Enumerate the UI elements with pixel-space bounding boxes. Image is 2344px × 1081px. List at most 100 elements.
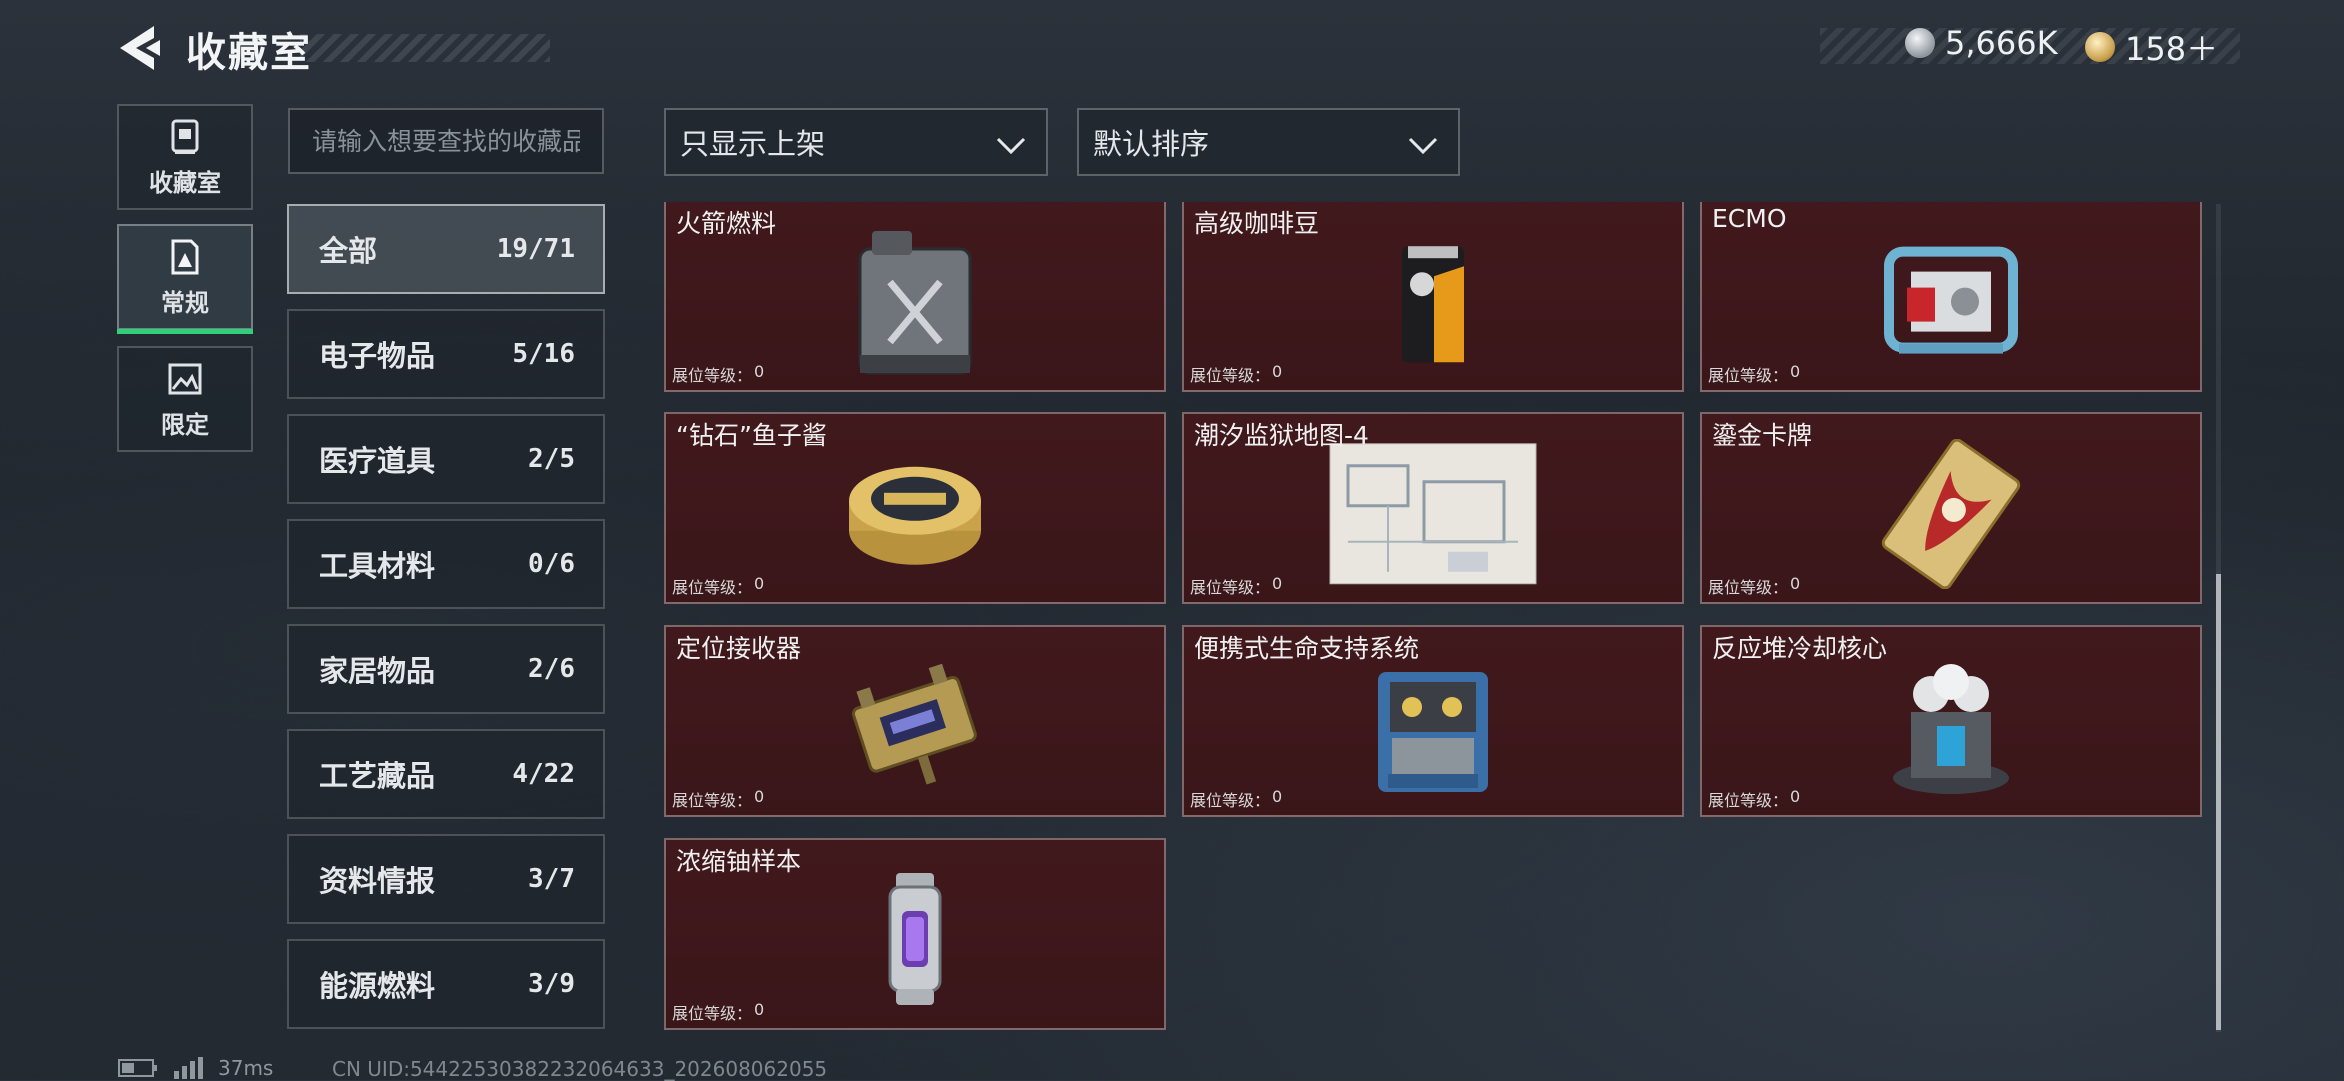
category-count: 4/22 [512,759,575,789]
tab-limited-label: 限定 [161,410,209,439]
life-support-icon [1378,672,1488,792]
ecmo-machine-icon [1884,246,2018,354]
category-household[interactable]: 家居物品 2/6 [287,624,605,714]
booth-level-value: 0 [754,574,765,593]
booth-level-label: 展位等级： [672,578,753,597]
booth-level-value: 0 [1790,362,1801,381]
collection-card[interactable]: 便携式生命支持系统 展位等级： 0 [1182,625,1684,817]
booth-level-label: 展位等级： [672,366,753,385]
collection-card[interactable]: 高级咖啡豆 展位等级： 0 [1182,202,1684,392]
category-electronics[interactable]: 电子物品 5/16 [287,309,605,399]
page-title: 收藏室 [186,30,312,76]
category-count: 19/71 [496,234,575,264]
display-filter-dropdown[interactable]: 只显示上架 [664,108,1048,176]
tab-regular[interactable]: 常规 [117,224,253,334]
category-crafts[interactable]: 工艺藏品 4/22 [287,729,605,819]
collection-card[interactable]: “钻石”鱼子酱 展位等级： 0 [664,412,1166,604]
category-name: 医疗道具 [319,444,436,478]
booth-level: 展位等级： 0 [1190,362,1282,386]
back-arrow-icon [120,26,160,70]
user-uid: CN UID:5442253038223206463‌3_20260806205… [332,1057,828,1081]
category-intel[interactable]: 资料情报 3/7 [287,834,605,924]
booth-level-value: 0 [754,362,765,381]
currency-gold-value: 158＋ [2125,30,2219,68]
category-tools[interactable]: 工具材料 0/6 [287,519,605,609]
category-fuel[interactable]: 能源燃料 3/9 [287,939,605,1029]
title-decoration [300,34,550,62]
item-name: ECMO [1712,204,1787,233]
collection-card[interactable]: 反应堆冷却核心 展位等级： 0 [1700,625,2202,817]
currency-silver: 5,666K [1905,24,2058,62]
tab-limited[interactable]: 限定 [117,346,253,452]
item-name: 火箭燃料 [676,209,777,238]
category-name: 能源燃料 [319,969,436,1003]
item-name: 鎏金卡牌 [1712,421,1813,450]
booth-level-label: 展位等级： [1190,791,1271,810]
item-name: 定位接收器 [676,634,802,663]
collection-card[interactable]: ECMO 展位等级： 0 [1700,202,2202,392]
signal-icon [174,1057,203,1079]
category-all[interactable]: 全部 19/71 [287,204,605,294]
booth-level: 展位等级： 0 [1190,787,1282,811]
category-count: 5/16 [512,339,575,369]
vault-icon [171,119,199,154]
tab-vault[interactable]: 收藏室 [117,104,253,210]
booth-level: 展位等级： 0 [1708,574,1800,598]
ping-value: 37ms [218,1056,274,1080]
sort-dropdown[interactable]: 默认排序 [1077,108,1460,176]
caviar-tin-icon [849,466,981,565]
booth-level: 展位等级： 0 [672,787,764,811]
booth-level: 展位等级： 0 [672,1000,764,1024]
booth-level-label: 展位等级： [1190,366,1271,385]
collection-card[interactable]: 火箭燃料 展位等级： 0 [664,202,1166,392]
category-name: 资料情报 [319,864,436,898]
category-count: 3/7 [528,864,575,894]
category-count: 3/9 [528,969,575,999]
collection-grid: 火箭燃料 展位等级：0 高级咖啡豆 展位等级：0 ECMO 展位等级：0 [660,202,2206,1032]
status-footer: 37ms [118,1056,273,1080]
currency-silver-value: 5,666K [1945,24,2058,62]
category-medical[interactable]: 医疗道具 2/5 [287,414,605,504]
document-icon [171,239,199,274]
battery-icon [118,1059,157,1077]
booth-level-label: 展位等级： [672,1004,753,1023]
item-name: “钻石”鱼子酱 [676,421,827,450]
booth-level: 展位等级： 0 [672,362,764,386]
sort-value: 默认排序 [1093,127,1210,161]
booth-level-value: 0 [1272,362,1283,381]
tab-regular-label: 常规 [161,288,209,317]
collection-card[interactable]: 定位接收器 展位等级： 0 [664,625,1166,817]
chevron-down-icon [996,137,1026,155]
back-button[interactable] [116,22,166,74]
category-count: 2/5 [528,444,575,474]
item-name: 浓缩铀样本 [676,847,802,876]
booth-level-value: 0 [1790,574,1801,593]
category-name: 家居物品 [319,654,436,688]
item-name: 潮汐监狱地图-4 [1194,421,1369,450]
collection-card[interactable]: 潮汐监狱地图-4 展位等级： 0 [1182,412,1684,604]
category-name: 工具材料 [319,549,436,583]
uranium-capsule-icon [888,873,942,1005]
search-input[interactable] [288,108,604,174]
category-count: 2/6 [528,654,575,684]
category-name: 电子物品 [319,339,436,373]
booth-level-label: 展位等级： [1708,578,1789,597]
booth-level-value: 0 [754,787,765,806]
scrollbar-thumb[interactable] [2216,574,2221,1030]
item-name: 便携式生命支持系统 [1194,634,1420,663]
collection-card[interactable]: 浓缩铀样本 展位等级： 0 [664,838,1166,1030]
jerrycan-icon [858,231,972,375]
booth-level-value: 0 [1272,787,1283,806]
grid-scrollbar[interactable] [2216,204,2221,1032]
booth-level-label: 展位等级： [1190,578,1271,597]
booth-level-value: 0 [1272,574,1283,593]
map-icon [1329,443,1537,585]
coffee-bag-icon [1402,246,1464,363]
display-filter-value: 只显示上架 [680,127,826,161]
item-name: 高级咖啡豆 [1194,209,1320,238]
receiver-icon [851,663,977,785]
collection-card[interactable]: 鎏金卡牌 展位等级： 0 [1700,412,2202,604]
booth-level: 展位等级： 0 [672,574,764,598]
booth-level-value: 0 [754,1000,765,1019]
booth-level-value: 0 [1790,787,1801,806]
